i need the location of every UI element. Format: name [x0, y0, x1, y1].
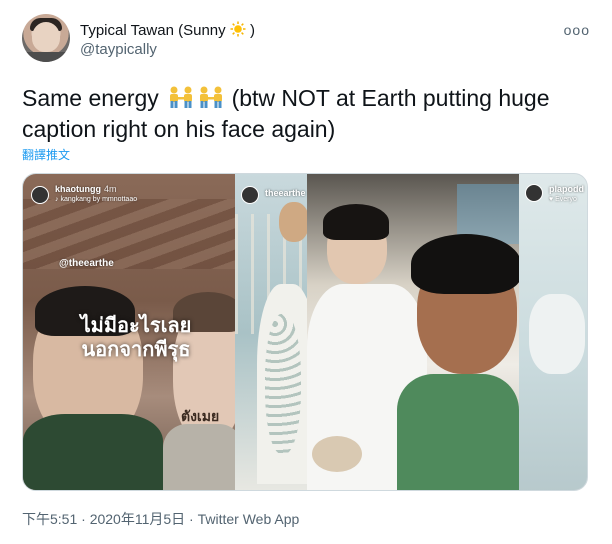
tweet-text-before: Same energy	[22, 85, 159, 111]
story-time-1: 4m	[104, 184, 117, 194]
tweet-card: Typical Tawan (Sunny ) @taypically ooo S…	[0, 0, 612, 544]
story-avatar-2	[241, 186, 259, 204]
media-panel-1[interactable]: khaotungg 4m ♪ kangkang by mmnottaao @the…	[23, 174, 235, 490]
tweet-media[interactable]: khaotungg 4m ♪ kangkang by mmnottaao @the…	[22, 173, 588, 491]
user-handle[interactable]: @taypically	[80, 41, 157, 58]
thai-caption-line-2: นอกจากพีรุธ	[81, 339, 191, 361]
story-username-2: theearthe	[265, 188, 306, 198]
media-panel-3[interactable]	[307, 174, 519, 490]
display-name-text: Typical Tawan (Sunny	[80, 22, 226, 39]
story-username-4: plapodd	[549, 184, 584, 194]
more-options-icon[interactable]: ooo	[564, 22, 590, 38]
tweet-text: Same energy (btw NOT at Earth putting hu…	[22, 83, 592, 145]
translate-tweet-link[interactable]: 翻譯推文	[22, 146, 70, 163]
thai-caption: ไม่มีอะไรเลย นอกจากพีรุธ	[61, 314, 211, 362]
thai-caption-line-1: ไม่มีอะไรเลย	[80, 315, 192, 337]
tweet-timestamp[interactable]: 下午5:51 · 2020年11月5日 · Twitter Web App	[22, 509, 299, 529]
story-avatar-4	[525, 184, 543, 202]
people-holding-hands-emoji-icon-2	[200, 86, 223, 108]
display-name-suffix: )	[249, 22, 255, 39]
media-panel-4[interactable]: plapodd ♥ Everyo	[519, 174, 587, 490]
media-panel-2[interactable]: theearthe	[235, 174, 307, 490]
story-mention: @theearthe	[59, 258, 114, 269]
background-sign: ตังเมย	[181, 408, 220, 424]
story-avatar-1	[31, 186, 49, 204]
story-sub-4: ♥ Everyo	[549, 196, 577, 203]
story-username-1-text: khaotungg	[55, 184, 101, 194]
people-holding-hands-emoji-icon	[170, 86, 193, 108]
avatar[interactable]	[22, 14, 70, 62]
display-name[interactable]: Typical Tawan (Sunny )	[80, 21, 255, 39]
story-music-1: ♪ kangkang by mmnottaao	[55, 196, 138, 203]
story-username-1: khaotungg 4m	[55, 184, 117, 194]
sun-emoji-icon	[230, 21, 246, 37]
